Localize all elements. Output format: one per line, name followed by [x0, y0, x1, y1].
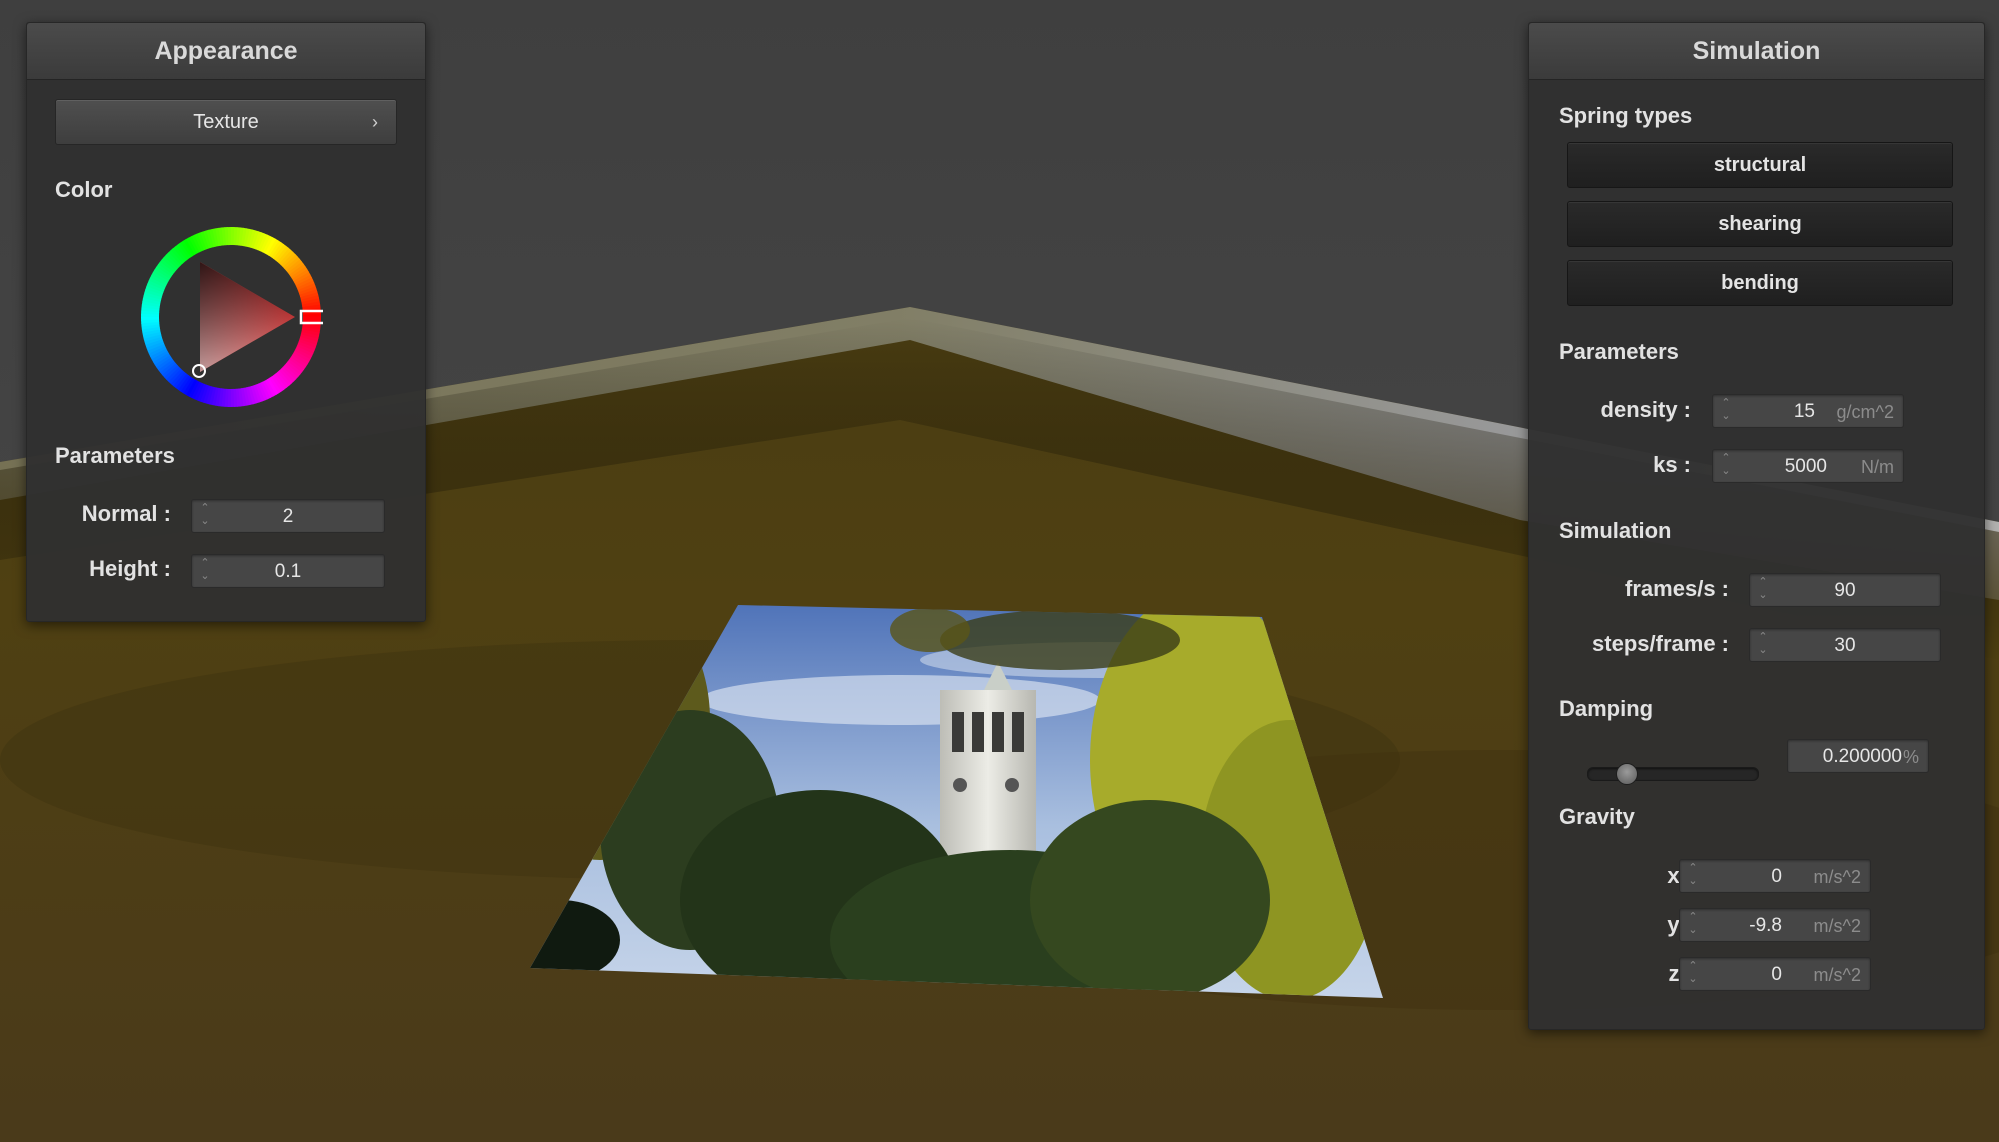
ks-label: ks :	[1653, 452, 1691, 477]
spinner-icon[interactable]: ⌃ ⌄	[1720, 398, 1732, 424]
height-label: Height :	[89, 556, 171, 581]
steps-per-frame-label: steps/frame :	[1592, 631, 1729, 656]
chevron-right-icon: ›	[372, 112, 378, 132]
texture-button-label: Texture	[193, 111, 259, 133]
normal-input[interactable]: ⌃ ⌄ 2	[191, 499, 385, 533]
gravity-y-label: y :	[1667, 912, 1693, 937]
frames-per-second-input[interactable]: ⌃ ⌄ 90	[1749, 573, 1941, 607]
gravity-y-input[interactable]: ⌃ ⌄ -9.8 m/s^2	[1679, 908, 1871, 942]
simulation-title: Simulation	[1529, 23, 1984, 80]
color-wheel[interactable]	[139, 225, 323, 409]
gravity-x-input[interactable]: ⌃ ⌄ 0 m/s^2	[1679, 859, 1871, 893]
frames-per-second-label: frames/s :	[1625, 576, 1729, 601]
density-input[interactable]: ⌃ ⌄ 15 g/cm^2	[1712, 394, 1904, 428]
damping-input[interactable]: 0.200000 %	[1787, 739, 1929, 773]
appearance-parameters-label: Parameters	[55, 443, 175, 468]
appearance-panel: Appearance Texture › Color Parameters No…	[26, 22, 426, 622]
normal-label: Normal :	[81, 501, 171, 526]
texture-button[interactable]: Texture ›	[55, 99, 397, 145]
spinner-icon[interactable]: ⌃ ⌄	[1687, 961, 1699, 987]
height-input[interactable]: ⌃ ⌄ 0.1	[191, 554, 385, 588]
gravity-x-label: x :	[1667, 863, 1693, 888]
spinner-icon[interactable]: ⌃ ⌄	[1687, 863, 1699, 889]
gravity-z-input[interactable]: ⌃ ⌄ 0 m/s^2	[1679, 957, 1871, 991]
gravity-label: Gravity	[1559, 804, 1635, 829]
color-selector-handle[interactable]	[192, 364, 206, 378]
appearance-title: Appearance	[27, 23, 425, 80]
color-label: Color	[55, 177, 113, 202]
simulation-section-label: Simulation	[1559, 518, 1672, 543]
shearing-toggle[interactable]: shearing	[1567, 201, 1953, 247]
density-label: density :	[1600, 397, 1691, 422]
bending-toggle[interactable]: bending	[1567, 260, 1953, 306]
spinner-icon[interactable]: ⌃ ⌄	[1720, 453, 1732, 479]
damping-slider-handle[interactable]	[1616, 763, 1638, 785]
spring-types-label: Spring types	[1559, 103, 1693, 128]
steps-per-frame-input[interactable]: ⌃ ⌄ 30	[1749, 628, 1941, 662]
ks-input[interactable]: ⌃ ⌄ 5000 N/m	[1712, 449, 1904, 483]
gravity-z-label: z :	[1668, 961, 1693, 986]
damping-label: Damping	[1559, 696, 1654, 721]
sim-parameters-label: Parameters	[1559, 339, 1679, 364]
simulation-panel: Simulation Spring types structural shear…	[1528, 22, 1985, 1030]
damping-slider[interactable]	[1587, 763, 1759, 785]
spinner-icon[interactable]: ⌃ ⌄	[1687, 912, 1699, 938]
structural-toggle[interactable]: structural	[1567, 142, 1953, 188]
